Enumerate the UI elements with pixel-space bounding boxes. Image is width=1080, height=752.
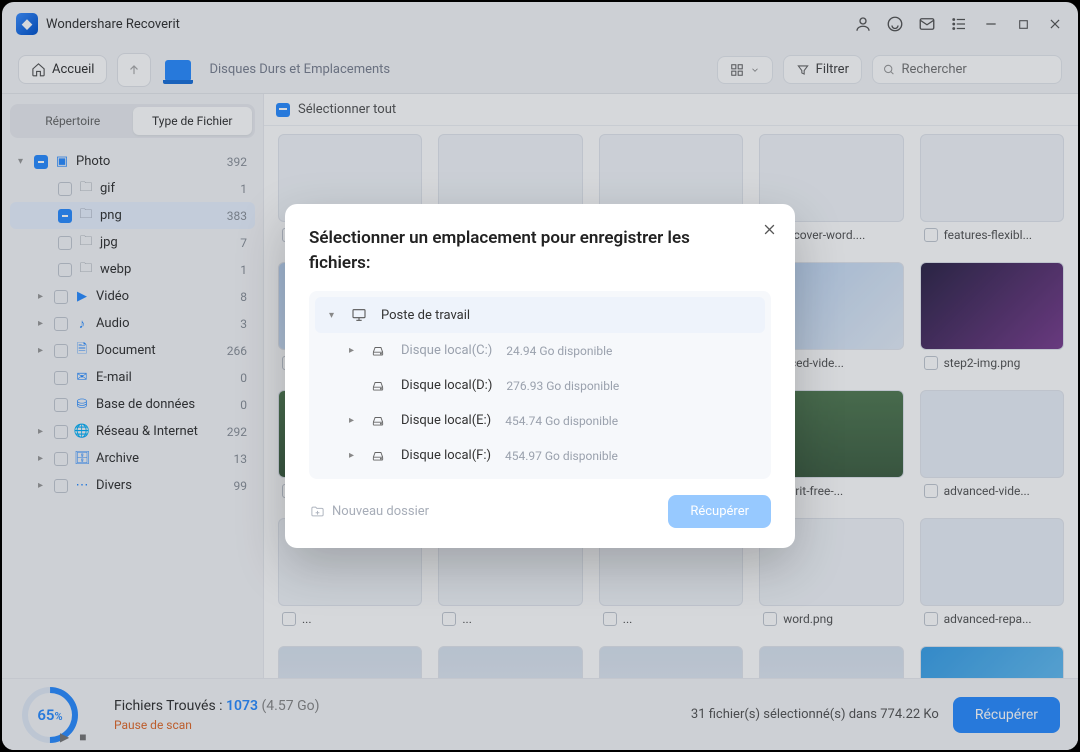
location-list: ▾ Poste de travail ▸Disque local(C:)24.9…: [309, 291, 771, 479]
computer-icon: [349, 307, 371, 323]
disk-label: Disque local(E:): [401, 413, 491, 428]
modal-title: Sélectionner un emplacement pour enregis…: [309, 226, 771, 275]
disk-label: Disque local(F:): [401, 448, 491, 463]
close-icon: [762, 222, 777, 237]
save-location-modal: Sélectionner un emplacement pour enregis…: [285, 204, 795, 548]
disk-icon: [369, 379, 391, 393]
new-folder-label: Nouveau dossier: [332, 504, 429, 519]
disk-icon: [369, 414, 391, 428]
disk-available: 24.94 Go disponible: [506, 344, 612, 358]
disk-label: Disque local(C:): [401, 343, 492, 358]
disk-available: 454.97 Go disponible: [505, 449, 618, 463]
disk-icon: [369, 449, 391, 463]
disk-available: 276.93 Go disponible: [506, 379, 619, 393]
new-folder-icon: [309, 504, 326, 519]
modal-close-button[interactable]: [759, 220, 779, 240]
location-disk[interactable]: ▸Disque local(C:)24.94 Go disponible: [309, 333, 771, 368]
modal-recover-button[interactable]: Récupérer: [668, 495, 771, 528]
modal-overlay: Sélectionner un emplacement pour enregis…: [2, 2, 1078, 750]
location-disk[interactable]: Disque local(D:) 276.93 Go disponible: [309, 368, 771, 403]
location-root[interactable]: ▾ Poste de travail: [315, 297, 765, 333]
new-folder-button[interactable]: Nouveau dossier: [309, 504, 429, 519]
location-disk[interactable]: ▸Disque local(E:)454.74 Go disponible: [309, 403, 771, 438]
disk-available: 454.74 Go disponible: [505, 414, 618, 428]
modal-footer: Nouveau dossier Récupérer: [309, 495, 771, 528]
location-disk[interactable]: ▸Disque local(F:)454.97 Go disponible: [309, 438, 771, 473]
disk-icon: [369, 344, 391, 358]
location-label: Poste de travail: [381, 308, 470, 323]
app-window: ◆ Wondershare Recoverit Accueil Disques …: [2, 2, 1078, 750]
disk-label: Disque local(D:): [401, 378, 492, 393]
